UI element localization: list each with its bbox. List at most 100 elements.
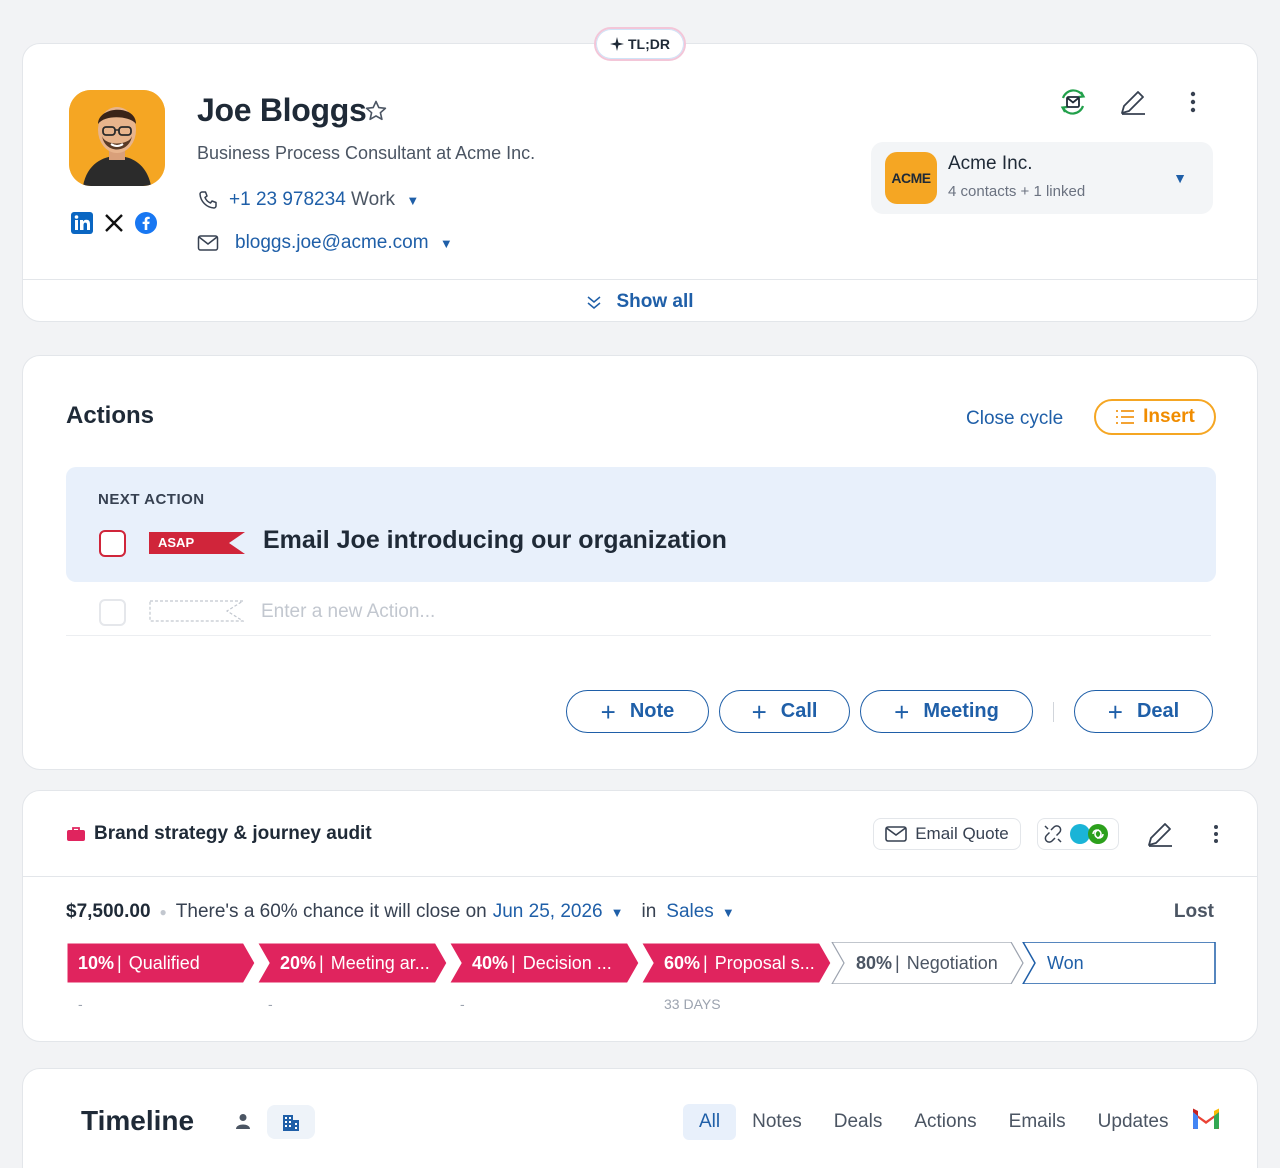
deal-chance-text: There's a 60% chance it will close on (175, 901, 487, 922)
next-action-text[interactable]: Email Joe introducing our organization (263, 526, 727, 555)
facebook-icon[interactable] (135, 212, 157, 234)
deal-header: Brand strategy & journey audit Email Quo… (23, 791, 1257, 877)
next-action-checkbox[interactable] (99, 530, 126, 557)
pencil-icon[interactable] (1143, 817, 1177, 851)
deal-actions (1143, 817, 1233, 851)
stage-1[interactable]: 10% | Qualified (78, 942, 200, 984)
insert-label: Insert (1143, 406, 1195, 427)
add-deal-button[interactable]: + Deal (1074, 690, 1213, 733)
stage-separator: | (511, 952, 516, 973)
stage-sublabel: - (78, 996, 83, 1012)
gmail-icon[interactable] (1191, 1107, 1221, 1131)
chevron-down-icon[interactable]: ▼ (406, 193, 419, 208)
tab-all[interactable]: All (683, 1104, 737, 1140)
chevron-down-icon[interactable]: ▼ (611, 905, 624, 920)
tab-actions[interactable]: Actions (898, 1104, 992, 1140)
tab-updates[interactable]: Updates (1082, 1104, 1185, 1140)
unlink-icon (1044, 825, 1062, 843)
plus-icon: + (600, 696, 616, 727)
email-quote-button[interactable]: Email Quote (873, 818, 1021, 850)
priority-flag[interactable]: ASAP (149, 532, 245, 554)
add-deal-label: Deal (1136, 700, 1180, 722)
stage-name: Negotiation (906, 952, 998, 973)
sparkle-icon (610, 37, 624, 51)
deal-title[interactable]: Brand strategy & journey audit (66, 823, 372, 845)
stage-sublabel: - (460, 996, 465, 1012)
add-note-label: Note (629, 700, 675, 722)
deal-stages: 10% | Qualified 20% | Meeting ar... 40% | Decisi… (66, 942, 1216, 984)
xero-quickbooks-icon (1070, 824, 1108, 844)
pencil-icon[interactable] (1117, 86, 1149, 118)
show-all-button[interactable]: Show all (23, 279, 1257, 323)
phone-icon (197, 189, 219, 211)
divider (1053, 701, 1054, 722)
stage-percent: 10% (78, 952, 115, 973)
chevron-down-icon[interactable]: ▼ (440, 236, 453, 251)
stage-separator: | (703, 952, 708, 973)
stage-shapes (66, 942, 1216, 984)
add-note-button[interactable]: + Note (566, 690, 709, 733)
tab-emails[interactable]: Emails (993, 1104, 1082, 1140)
company-logo: ACME (885, 152, 937, 204)
email-row[interactable]: bloggs.joe@acme.com ▼ (197, 232, 453, 254)
timeline-tabs: All Notes Deals Actions Emails Updates (683, 1104, 1184, 1140)
more-vertical-icon[interactable] (1199, 817, 1233, 851)
contact-actions (1057, 86, 1209, 118)
phone-number[interactable]: +1 23 978234 (229, 189, 346, 210)
add-activity-buttons: + Note + Call + Meeting + Deal (566, 690, 1213, 733)
stage-name: Proposal s... (714, 952, 815, 973)
add-meeting-button[interactable]: + Meeting (860, 690, 1033, 733)
person-icon[interactable] (231, 1109, 255, 1133)
deal-pipeline[interactable]: Sales (666, 901, 714, 923)
stage-percent: 40% (472, 952, 509, 973)
new-action-row (66, 594, 1211, 636)
stage-6[interactable]: Won (1047, 942, 1084, 984)
next-action-panel: NEXT ACTION ASAP Email Joe introducing o… (66, 467, 1216, 582)
close-cycle-link[interactable]: Close cycle (966, 408, 1063, 430)
stage-sublabel: - (268, 996, 273, 1012)
deal-summary: $7,500.00 ● There's a 60% chance it will… (66, 901, 735, 923)
phone-type: Work (351, 189, 396, 210)
chevron-down-icon[interactable]: ▼ (1173, 170, 1187, 186)
add-meeting-label: Meeting (923, 700, 999, 722)
stage-4[interactable]: 60% | Proposal s... (664, 942, 815, 984)
deal-in-label: in (641, 901, 657, 922)
x-icon[interactable] (103, 212, 125, 234)
tab-notes[interactable]: Notes (736, 1104, 818, 1140)
deal-title-text: Brand strategy & journey audit (94, 823, 372, 844)
tab-deals[interactable]: Deals (818, 1104, 899, 1140)
stage-name: Qualified (128, 952, 200, 973)
stage-percent: 20% (280, 952, 317, 973)
company-selector[interactable]: ACME Acme Inc. 4 contacts + 1 linked ▼ (871, 142, 1213, 214)
email-sync-icon[interactable] (1057, 86, 1089, 118)
tldr-button[interactable]: TL;DR (594, 27, 686, 61)
mail-icon (197, 232, 219, 254)
actions-title: Actions (66, 402, 155, 429)
linkedin-icon[interactable] (71, 212, 93, 234)
actions-card: Actions Close cycle Insert NEXT ACTION A… (22, 355, 1258, 770)
contact-card: TL;DR Joe Bloggs Business Process Consul… (22, 27, 1258, 323)
phone-row[interactable]: +1 23 978234 Work ▼ (197, 189, 419, 211)
deal-close-date[interactable]: Jun 25, 2026 (493, 901, 603, 923)
stage-3[interactable]: 40% | Decision ... (472, 942, 612, 984)
more-vertical-icon[interactable] (1177, 86, 1209, 118)
chevron-down-icon[interactable]: ▼ (722, 905, 735, 920)
stage-2[interactable]: 20% | Meeting ar... (280, 942, 430, 984)
briefcase-icon (67, 827, 85, 841)
new-action-input[interactable] (261, 596, 761, 628)
plus-icon: + (751, 696, 767, 727)
insert-button[interactable]: Insert (1094, 399, 1216, 435)
accounting-integration-button[interactable] (1037, 818, 1119, 850)
stage-percent: 60% (664, 952, 701, 973)
stage-name: Won (1047, 952, 1084, 973)
new-action-checkbox[interactable] (99, 599, 126, 626)
list-icon (1116, 410, 1135, 424)
priority-flag-placeholder[interactable] (149, 600, 246, 622)
email-quote-label: Email Quote (915, 824, 1009, 843)
add-call-button[interactable]: + Call (719, 690, 850, 733)
building-icon[interactable] (267, 1105, 315, 1139)
mark-lost-button[interactable]: Lost (1174, 901, 1214, 923)
star-icon[interactable] (364, 99, 388, 123)
stage-5[interactable]: 80% | Negotiation (856, 942, 998, 984)
email-address[interactable]: bloggs.joe@acme.com (235, 232, 429, 253)
